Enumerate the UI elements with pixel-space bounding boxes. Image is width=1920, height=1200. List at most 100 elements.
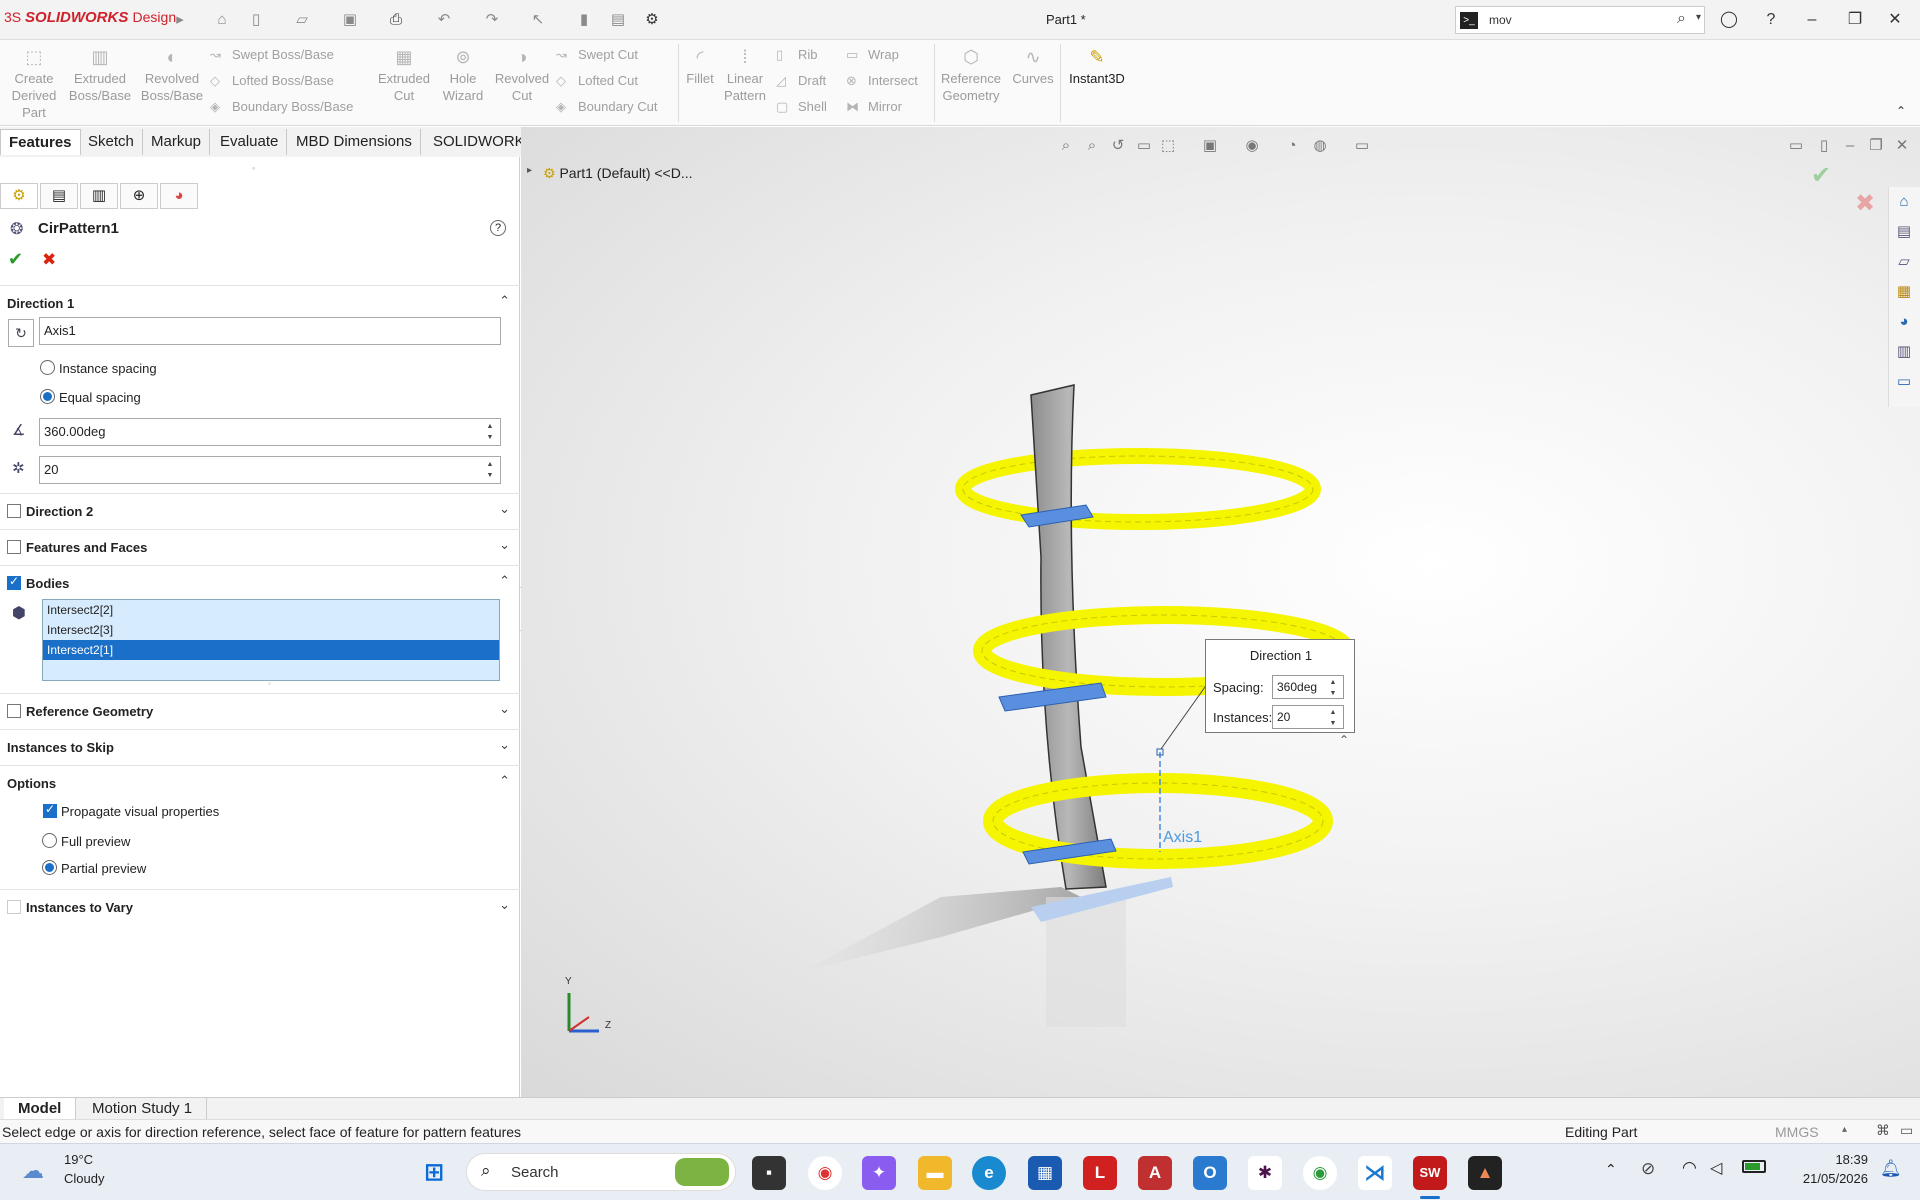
clock-time[interactable]: 18:39 <box>1798 1152 1868 1167</box>
propagate-visual-checkbox[interactable] <box>43 802 57 818</box>
chevron-down-icon[interactable]: ⌄ <box>499 701 510 717</box>
search-input[interactable]: mov <box>1489 13 1512 27</box>
minimize-button[interactable]: – <box>1797 8 1827 32</box>
boundary-cut-button[interactable]: ◈ Boundary Cut <box>556 96 658 118</box>
task-view-icon[interactable]: ▪ <box>752 1156 786 1190</box>
affinity-icon[interactable]: ▲ <box>1468 1156 1502 1190</box>
chevron-up-icon[interactable]: ⌃ <box>499 293 510 309</box>
tags-icon[interactable]: ⌘ <box>1876 1122 1890 1139</box>
home-icon[interactable]: ⌂ <box>212 10 232 30</box>
bodies-checkbox[interactable] <box>7 574 21 590</box>
undo-icon[interactable]: ↶ <box>434 10 454 30</box>
shell-button[interactable]: ▢ Shell <box>776 96 827 118</box>
notification-bell-icon[interactable]: 🔔︎ <box>1880 1159 1902 1179</box>
taskbar-search[interactable]: ⌕ Search <box>466 1153 736 1191</box>
property-manager-tab[interactable]: ▤ <box>40 183 78 209</box>
print-icon[interactable]: ⎙ <box>386 10 406 30</box>
display-manager-tab[interactable]: ◕ <box>160 183 198 209</box>
help-icon[interactable]: ? <box>490 220 506 236</box>
instances-to-vary-checkbox[interactable] <box>7 900 21 914</box>
swept-cut-button[interactable]: ↝ Swept Cut <box>556 44 638 66</box>
instances-stepper[interactable]: ▲ ▼ <box>482 459 498 481</box>
fillet-button[interactable]: ◜ Fillet <box>682 46 718 87</box>
reference-geometry-button[interactable]: ⬡ Reference Geometry <box>938 46 1004 104</box>
rib-button[interactable]: ▯ Rib <box>776 44 818 66</box>
graphics-area[interactable]: ⌕ ⌕ ↺ ▭ ⬚ ▣ ◉ ◔ ◍ ▭ ▭ ▯ – ❐ ✕ ▸ ⚙ Part1 … <box>521 127 1920 1097</box>
vscode-icon[interactable]: ⋊ <box>1358 1156 1392 1190</box>
axis-selection-field[interactable]: Axis1 <box>39 317 501 345</box>
copilot-icon[interactable]: ✦ <box>862 1156 896 1190</box>
configuration-manager-tab[interactable]: ▥ <box>80 183 118 209</box>
direction1-section[interactable]: Direction 1 ⌃ <box>0 285 520 319</box>
chrome-profile-icon[interactable]: ◉ <box>1303 1156 1337 1190</box>
slack-icon[interactable]: ✱ <box>1248 1156 1282 1190</box>
select-icon[interactable]: ↖ <box>528 10 548 30</box>
list-resize-handle[interactable]: ◦ <box>268 679 271 688</box>
callout-instances-input[interactable]: 20 ▲ ▼ <box>1272 705 1344 729</box>
bodies-list[interactable]: Intersect2[2] Intersect2[3] Intersect2[1… <box>42 599 500 681</box>
volume-icon[interactable]: ◁ <box>1710 1158 1722 1178</box>
cloud-weather-icon[interactable]: ☁ <box>22 1158 44 1184</box>
partial-preview-radio[interactable] <box>42 860 57 875</box>
hole-wizard-button[interactable]: ⊚ Hole Wizard <box>438 46 488 104</box>
chrome-icon[interactable]: ◉ <box>808 1156 842 1190</box>
callout-collapse-icon[interactable]: ⌃ <box>1339 733 1349 747</box>
tab-mbd-dimensions[interactable]: MBD Dimensions <box>288 129 421 155</box>
chevron-up-icon[interactable]: ⌃ <box>499 573 510 589</box>
features-and-faces-checkbox[interactable] <box>7 540 21 554</box>
reference-geometry-section[interactable]: Reference Geometry ⌄ <box>0 693 520 727</box>
wifi-icon[interactable]: ◠ <box>1682 1158 1697 1178</box>
account-icon[interactable]: ◯ <box>1714 8 1744 32</box>
cancel-button[interactable]: ✖ <box>42 250 56 270</box>
create-derived-part-button[interactable]: ⬚ Create Derived Part <box>6 46 62 121</box>
chevron-down-icon[interactable]: ⌄ <box>499 501 510 517</box>
close-button[interactable]: ✕ <box>1880 8 1910 32</box>
chevron-down-icon[interactable]: ▾ <box>1696 12 1701 23</box>
save-icon[interactable]: ▣ <box>340 10 360 30</box>
clock-date[interactable]: 21/05/2026 <box>1786 1171 1868 1186</box>
tab-markup[interactable]: Markup <box>143 129 211 155</box>
direction2-section[interactable]: Direction 2 ⌄ <box>0 493 520 527</box>
search-icon[interactable]: ⌕ <box>1677 10 1686 28</box>
file-properties-icon[interactable]: ▤ <box>608 10 628 30</box>
outlook-icon[interactable]: O <box>1193 1156 1227 1190</box>
tab-sketch[interactable]: Sketch <box>80 129 143 155</box>
onedrive-off-icon[interactable]: ⊘ <box>1641 1159 1655 1179</box>
file-explorer-icon[interactable]: ▬ <box>918 1156 952 1190</box>
instant3d-button[interactable]: ✎ Instant3D <box>1064 46 1130 87</box>
extruded-boss-button[interactable]: ▥ Extruded Boss/Base <box>68 46 132 104</box>
feature-manager-tab[interactable]: ⚙ <box>0 183 38 209</box>
unit-system[interactable]: MMGS <box>1775 1124 1819 1140</box>
linear-pattern-button[interactable]: ⁞ Linear Pattern <box>722 46 768 104</box>
tab-motion-study[interactable]: Motion Study 1 <box>78 1098 208 1120</box>
instance-spacing-radio[interactable] <box>40 360 55 375</box>
options-gear-icon[interactable]: ⚙ <box>642 10 662 30</box>
chevron-down-icon[interactable]: ⌄ <box>499 897 510 913</box>
options-section[interactable]: Options ⌃ <box>0 765 520 799</box>
windows-start-icon[interactable]: ⊞ <box>417 1156 451 1190</box>
restore-button[interactable]: ❐ <box>1840 8 1870 32</box>
edge-icon[interactable]: e <box>972 1156 1006 1190</box>
solidworks-logo[interactable]: 3S SOLIDWORKS Design <box>4 9 176 26</box>
angle-stepper[interactable]: ▲ ▼ <box>482 421 498 443</box>
curves-button[interactable]: ∿ Curves <box>1010 46 1056 87</box>
full-preview-radio[interactable] <box>42 833 57 848</box>
dimxpert-manager-tab[interactable]: ⊕ <box>120 183 158 209</box>
mirror-button[interactable]: ⧓ Mirror <box>846 96 902 118</box>
chevron-up-icon[interactable]: ⌃ <box>499 773 510 789</box>
reference-geometry-checkbox[interactable] <box>7 704 21 718</box>
tab-evaluate[interactable]: Evaluate <box>212 129 288 155</box>
tab-features[interactable]: Features <box>0 129 81 155</box>
direction2-checkbox[interactable] <box>7 504 21 518</box>
bodies-section[interactable]: Bodies ⌃ <box>0 565 520 599</box>
open-icon[interactable]: ▱ <box>292 10 312 30</box>
app-l-icon[interactable]: L <box>1083 1156 1117 1190</box>
help-icon[interactable]: ? <box>1756 8 1786 32</box>
command-search[interactable]: >_ mov ⌕ ▾ <box>1455 6 1705 34</box>
rebuild-icon[interactable]: ▮ <box>574 10 594 30</box>
equal-spacing-radio[interactable] <box>40 389 55 404</box>
redo-icon[interactable]: ↷ <box>482 10 502 30</box>
microsoft-store-icon[interactable]: ▦ <box>1028 1156 1062 1190</box>
units-dropdown-icon[interactable]: ▴ <box>1842 1124 1847 1135</box>
revolved-boss-button[interactable]: ◐ Revolved Boss/Base <box>138 46 206 104</box>
